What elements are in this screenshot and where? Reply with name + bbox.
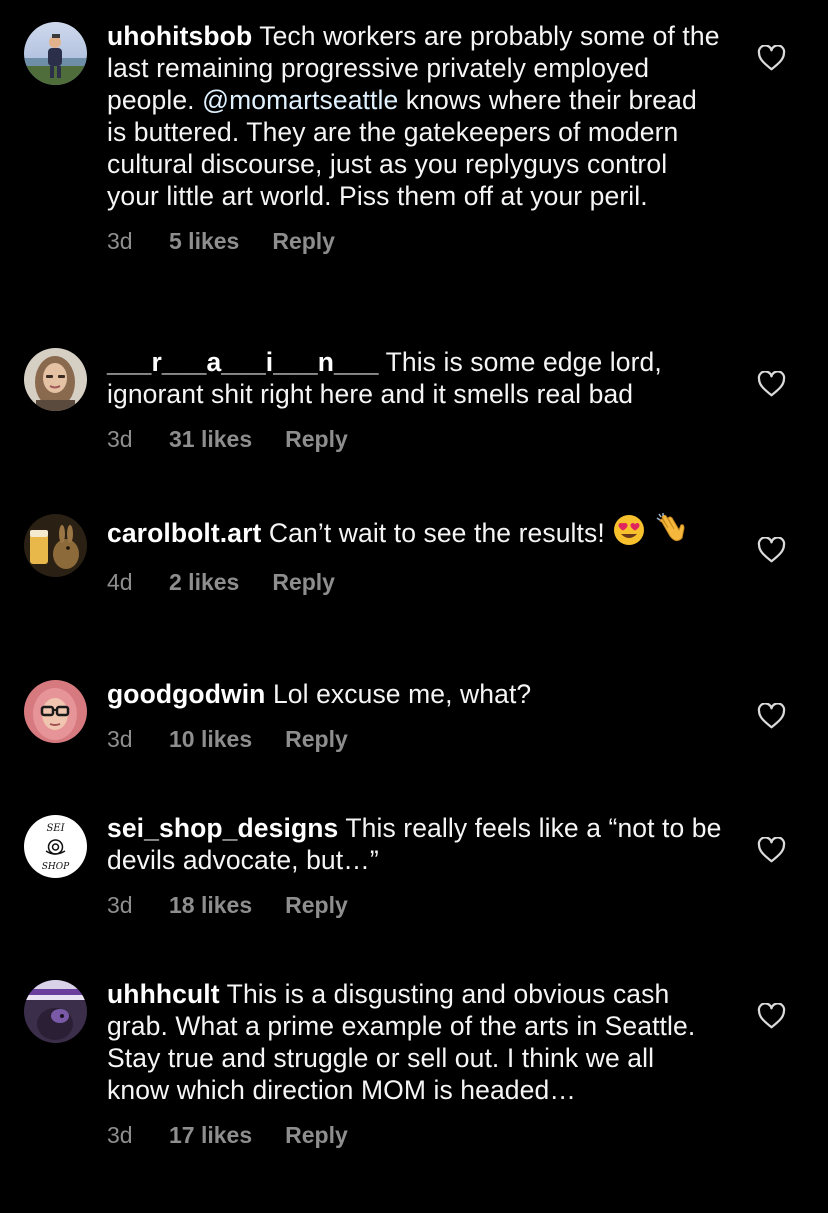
comment-username[interactable]: sei_shop_designs xyxy=(107,813,338,843)
heart-outline-icon[interactable] xyxy=(757,371,786,397)
comment-text: sei_shop_designs This really feels like … xyxy=(107,812,722,876)
comment-body: Lol excuse me, what? xyxy=(272,679,532,709)
comment-body: knows where their bread is buttered. The… xyxy=(107,85,697,211)
heart-outline-icon[interactable] xyxy=(757,45,786,71)
mention-link[interactable]: @momartseattle xyxy=(202,85,398,115)
likes-count[interactable]: 18 likes xyxy=(169,890,252,920)
heart-outline-icon[interactable] xyxy=(757,537,786,563)
comment-meta: 4d 2 likes Reply xyxy=(107,567,722,597)
comment-meta: 3d 17 likes Reply xyxy=(107,1120,722,1150)
comment-meta: 3d 31 likes Reply xyxy=(107,424,722,454)
reply-button[interactable]: Reply xyxy=(285,424,348,454)
comment-age: 3d xyxy=(107,726,133,752)
comment-username[interactable]: carolbolt.art xyxy=(107,518,261,548)
likes-count[interactable]: 5 likes xyxy=(169,226,239,256)
likes-count[interactable]: 2 likes xyxy=(169,567,239,597)
comment-age: 3d xyxy=(107,426,133,452)
avatar[interactable] xyxy=(24,980,87,1043)
reply-button[interactable]: Reply xyxy=(285,724,348,754)
comment-age: 3d xyxy=(107,892,133,918)
comment-body: Can’t wait to see the results! xyxy=(268,518,605,548)
comment-text: carolbolt.art Can’t wait to see the resu… xyxy=(107,512,722,553)
comment-age: 3d xyxy=(107,228,133,254)
reply-button[interactable]: Reply xyxy=(285,1120,348,1150)
comment-meta: 3d 18 likes Reply xyxy=(107,890,722,920)
comment-username[interactable]: uhhhcult xyxy=(107,979,220,1009)
avatar[interactable] xyxy=(24,680,87,743)
likes-count[interactable]: 31 likes xyxy=(169,424,252,454)
heart-outline-icon[interactable] xyxy=(757,703,786,729)
avatar[interactable]: SEI SHOP xyxy=(24,815,87,878)
likes-count[interactable]: 17 likes xyxy=(169,1120,252,1150)
heart-outline-icon[interactable] xyxy=(757,1003,786,1029)
clapping-hands-emoji xyxy=(654,512,688,553)
avatar[interactable] xyxy=(24,514,87,577)
comment-age: 4d xyxy=(107,569,133,595)
comment-age: 3d xyxy=(107,1122,133,1148)
avatar-logo-text-top: SEI xyxy=(46,823,65,834)
comment-username[interactable]: goodgodwin xyxy=(107,679,265,709)
reply-button[interactable]: Reply xyxy=(272,226,335,256)
comment-username[interactable]: uhohitsbob xyxy=(107,21,252,51)
comment-username[interactable]: ___r___a___i___n___ xyxy=(107,347,379,377)
comment-text: uhohitsbob Tech workers are probably som… xyxy=(107,20,722,212)
reply-button[interactable]: Reply xyxy=(272,567,335,597)
comment-text: ___r___a___i___n___ This is some edge lo… xyxy=(107,346,722,410)
likes-count[interactable]: 10 likes xyxy=(169,724,252,754)
reply-button[interactable]: Reply xyxy=(285,890,348,920)
heart-outline-icon[interactable] xyxy=(757,837,786,863)
avatar[interactable] xyxy=(24,22,87,85)
comment-meta: 3d 10 likes Reply xyxy=(107,724,722,754)
heart-eyes-emoji xyxy=(612,514,646,553)
comment-meta: 3d 5 likes Reply xyxy=(107,226,722,256)
avatar-logo-text-bottom: SHOP xyxy=(42,862,70,872)
comment-text: goodgodwin Lol excuse me, what? xyxy=(107,678,722,710)
comment-text: uhhhcult This is a disgusting and obviou… xyxy=(107,978,722,1106)
avatar[interactable] xyxy=(24,348,87,411)
